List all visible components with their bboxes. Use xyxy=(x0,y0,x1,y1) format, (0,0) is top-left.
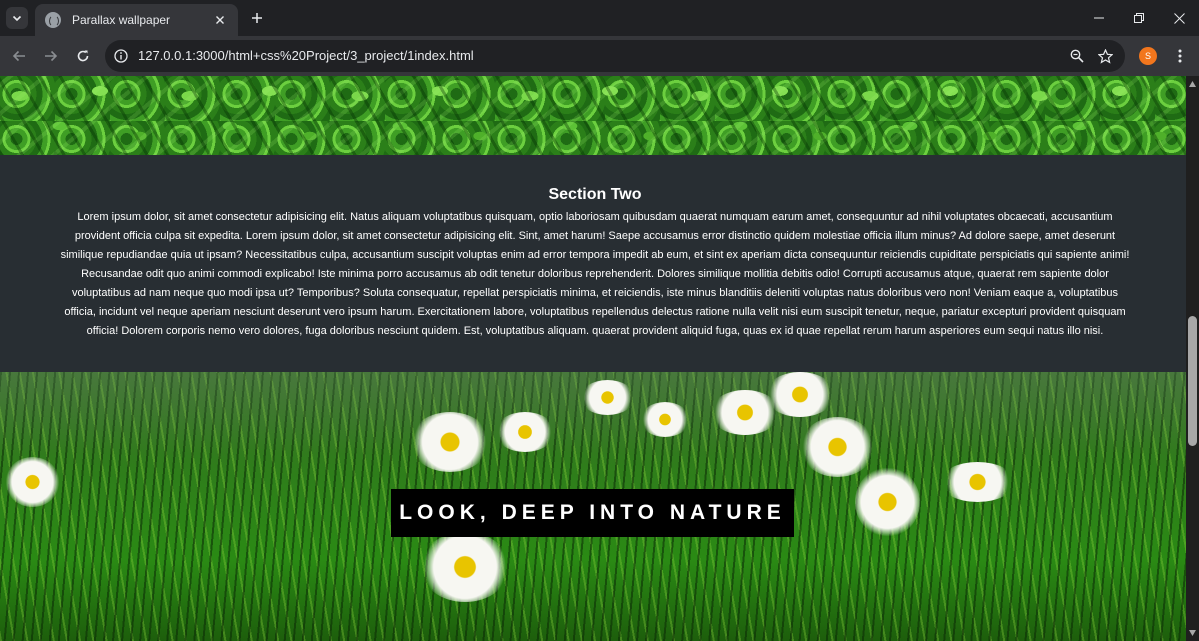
banner-caption: LOOK, DEEP INTO NATURE xyxy=(391,489,794,537)
address-bar[interactable]: 127.0.0.1:3000/html+css%20Project/3_proj… xyxy=(105,40,1125,72)
daisy-flower xyxy=(580,380,635,415)
grass-daisies-background-image: LOOK, DEEP INTO NATURE xyxy=(0,372,1186,641)
daisy-flower xyxy=(765,372,835,417)
chevron-down-icon xyxy=(12,15,22,22)
scroll-down-arrow-icon[interactable] xyxy=(1189,630,1196,636)
close-icon xyxy=(216,16,224,24)
reload-icon xyxy=(77,50,89,62)
scroll-thumb[interactable] xyxy=(1188,316,1197,446)
arrow-right-icon xyxy=(45,50,58,62)
section-paragraph: Lorem ipsum dolor, sit amet consectetur … xyxy=(60,211,1130,337)
leaves-background-image xyxy=(0,76,1186,155)
scroll-up-arrow-icon[interactable] xyxy=(1189,81,1196,87)
plus-icon xyxy=(252,13,262,23)
page-scrollbar[interactable] xyxy=(1186,76,1199,641)
window-controls xyxy=(1079,0,1199,36)
tab-close-button[interactable] xyxy=(212,12,228,28)
tab-active[interactable]: Parallax wallpaper xyxy=(35,4,238,36)
profile-avatar[interactable]: S xyxy=(1139,47,1157,65)
daisy-flower xyxy=(855,467,920,537)
page-viewport: Section Two Lorem ipsum dolor, sit amet … xyxy=(0,76,1186,641)
tab-strip: Parallax wallpaper xyxy=(0,0,1199,36)
kebab-menu-icon xyxy=(1178,49,1182,63)
star-icon xyxy=(1097,48,1113,64)
daisy-flower xyxy=(495,412,555,452)
minimize-button[interactable] xyxy=(1079,0,1119,36)
forward-button[interactable] xyxy=(37,42,65,70)
arrow-left-icon xyxy=(12,50,25,62)
browser-toolbar: 127.0.0.1:3000/html+css%20Project/3_proj… xyxy=(0,36,1199,76)
back-button[interactable] xyxy=(5,42,33,70)
reload-button[interactable] xyxy=(69,42,97,70)
browser-menu-button[interactable] xyxy=(1170,46,1190,66)
globe-icon xyxy=(45,12,61,28)
tab-search-button[interactable] xyxy=(6,7,28,29)
daisy-flower xyxy=(640,402,690,437)
daisy-flower xyxy=(410,412,490,472)
close-icon xyxy=(1173,12,1185,24)
daisy-flower xyxy=(420,532,510,602)
zoom-icon xyxy=(1070,49,1084,63)
zoom-button[interactable] xyxy=(1067,46,1087,66)
tab-title: Parallax wallpaper xyxy=(72,13,171,27)
close-window-button[interactable] xyxy=(1159,0,1199,36)
daisy-flower xyxy=(940,462,1015,502)
daisy-flower xyxy=(800,417,875,477)
bookmark-button[interactable] xyxy=(1095,46,1115,66)
url-text: 127.0.0.1:3000/html+css%20Project/3_proj… xyxy=(138,48,474,63)
daisy-flower xyxy=(5,457,60,507)
minimize-icon xyxy=(1094,17,1104,19)
section-heading: Section Two xyxy=(548,186,642,203)
new-tab-button[interactable] xyxy=(246,7,268,29)
restore-button[interactable] xyxy=(1119,0,1159,36)
site-info-button[interactable] xyxy=(113,48,129,64)
info-icon xyxy=(114,49,128,63)
restore-icon xyxy=(1134,13,1144,23)
section-two: Section Two Lorem ipsum dolor, sit amet … xyxy=(0,155,1186,372)
